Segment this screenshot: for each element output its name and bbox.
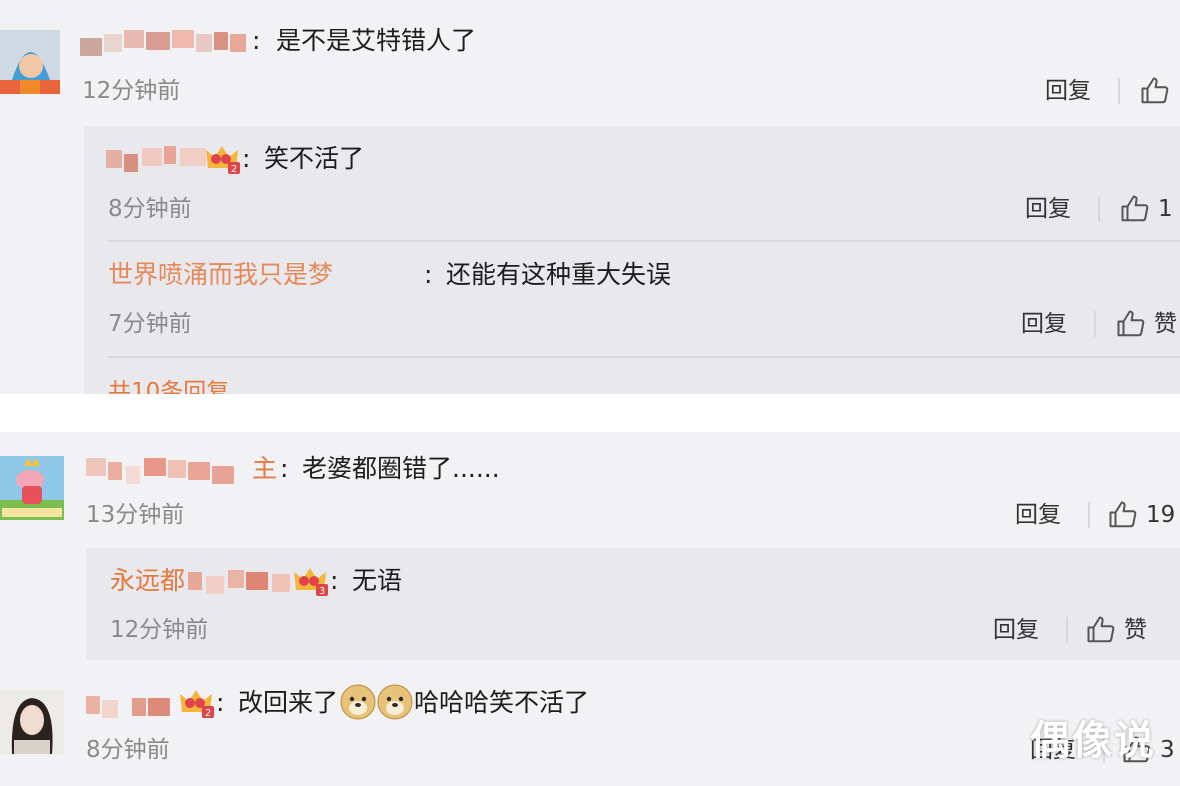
doge-emoji-icon — [340, 684, 376, 720]
reply-text: 还能有这种重大失误 — [446, 260, 672, 289]
thumbs-up-icon — [1141, 77, 1169, 104]
reply-time: 12分钟前 — [110, 617, 209, 643]
divider — [1066, 617, 1068, 643]
reply-text: 无语 — [352, 566, 403, 595]
like-button[interactable] — [1140, 76, 1178, 106]
avatar[interactable] — [0, 456, 64, 520]
username-suffix[interactable]: 主 — [252, 454, 277, 484]
replies-box: 2 : 笑不活了 8分钟前 回复 1 世界喷涌而我只是梦 : 还能有这种重大失误… — [84, 126, 1180, 394]
colon: : — [424, 260, 433, 289]
like-count: 赞 — [1154, 311, 1177, 337]
comment-thread-1: : 是不是艾特错人了 12分钟前 回复 2 : 笑不活了 8分钟前 回复 1 世… — [0, 0, 1180, 394]
reply-text: 笑不活了 — [264, 144, 365, 173]
reply-button[interactable]: 回复 — [1021, 310, 1067, 338]
like-button[interactable]: 赞 — [1116, 309, 1177, 339]
watermark: 偶像说 — [1030, 718, 1156, 764]
like-button[interactable]: 赞 — [1086, 615, 1147, 645]
divider — [1098, 196, 1100, 222]
username-blurred[interactable] — [106, 144, 216, 172]
reply-button[interactable]: 回复 — [993, 616, 1039, 644]
thumbs-up-icon — [1087, 616, 1115, 643]
svg-text:2: 2 — [205, 708, 211, 718]
reply-username[interactable]: 永远都 — [110, 566, 185, 596]
reply-time: 7分钟前 — [108, 311, 192, 337]
comment-time: 12分钟前 — [82, 78, 181, 104]
like-count: 3 — [1160, 737, 1175, 763]
username-blurred[interactable] — [86, 456, 252, 484]
colon: : — [216, 688, 225, 717]
vip-crown-badge-icon: 2 — [180, 690, 214, 718]
svg-text:3: 3 — [319, 586, 325, 596]
username-blurred[interactable] — [86, 690, 176, 718]
avatar[interactable] — [0, 690, 64, 754]
reply-button[interactable]: 回复 — [1015, 501, 1061, 529]
divider — [108, 356, 1180, 358]
thumbs-up-icon — [1117, 310, 1145, 337]
more-replies-link[interactable]: 共10条回复 — [108, 378, 229, 394]
vip-crown-badge-icon: 3 — [294, 568, 328, 596]
username-blurred[interactable] — [188, 568, 296, 594]
like-button[interactable]: 1 — [1120, 194, 1173, 224]
username-blurred[interactable] — [80, 28, 250, 56]
thumbs-up-icon — [1109, 501, 1137, 528]
avatar[interactable] — [0, 30, 60, 94]
replies-box: 永远都 3 : 无语 12分钟前 回复 赞 — [86, 548, 1180, 660]
colon: : — [252, 26, 261, 55]
comment-text-part: 哈哈哈笑不活了 — [414, 688, 590, 717]
divider — [1094, 311, 1096, 337]
divider — [1088, 502, 1090, 528]
comment-thread-2: 主 : 老婆都圈错了...... 13分钟前 回复 19 永远都 3 : 无语 … — [0, 432, 1180, 786]
doge-emoji-icon — [377, 684, 413, 720]
colon: : — [242, 144, 251, 173]
like-count: 赞 — [1124, 617, 1147, 643]
colon: : — [280, 454, 289, 483]
colon: : — [330, 566, 339, 595]
reply-time: 8分钟前 — [108, 196, 192, 222]
reply-button[interactable]: 回复 — [1025, 195, 1071, 223]
comment-time: 13分钟前 — [86, 502, 185, 528]
reply-username[interactable]: 世界喷涌而我只是梦 — [108, 260, 333, 290]
like-count: 19 — [1146, 502, 1176, 528]
divider — [1118, 78, 1120, 104]
svg-text:2: 2 — [231, 164, 237, 174]
reply-button[interactable]: 回复 — [1045, 77, 1091, 105]
like-button[interactable]: 19 — [1108, 500, 1175, 530]
vip-crown-badge-icon: 2 — [206, 146, 240, 174]
divider — [108, 240, 1180, 242]
comment-text-part: 改回来了 — [238, 688, 339, 717]
like-count: 1 — [1158, 196, 1173, 222]
comment-text: 老婆都圈错了...... — [302, 454, 500, 483]
comment-time: 8分钟前 — [86, 737, 170, 763]
thumbs-up-icon — [1121, 195, 1149, 222]
comment-text: 是不是艾特错人了 — [276, 26, 477, 55]
